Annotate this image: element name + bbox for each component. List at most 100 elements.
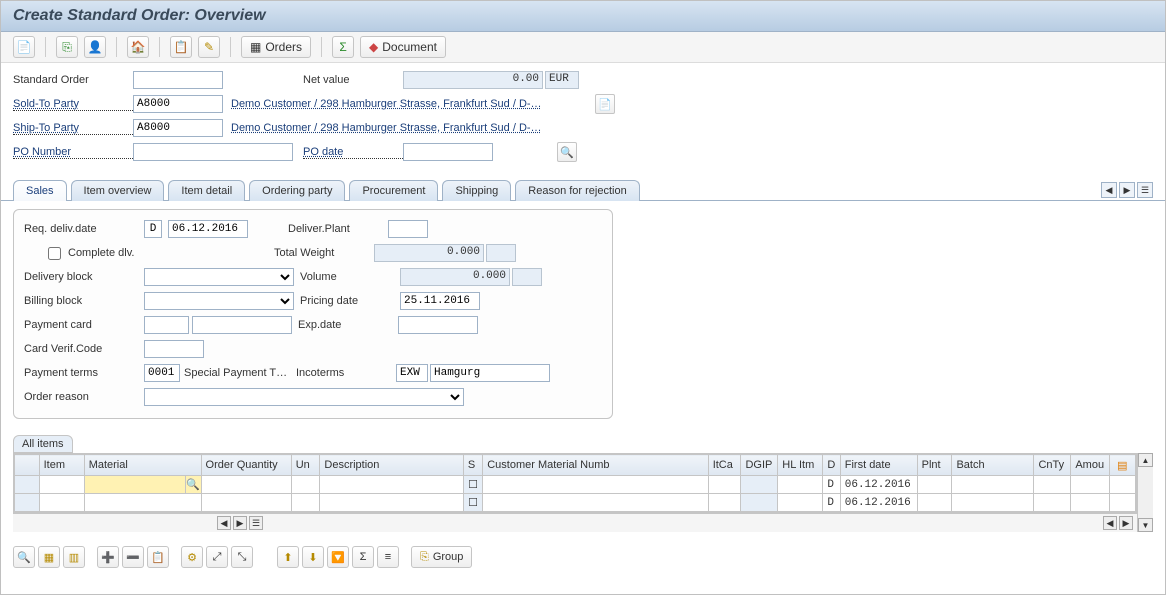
group-button[interactable]: ⎘ Group (411, 546, 472, 568)
col-cnty[interactable]: CnTy (1034, 455, 1071, 476)
hscroll-right[interactable]: ▶ (233, 516, 247, 530)
cell-plnt[interactable] (917, 494, 952, 512)
cell-batch[interactable] (952, 494, 1034, 512)
copy-row-button[interactable]: 📋 (147, 546, 169, 568)
po-date-input[interactable] (403, 143, 493, 161)
exp-date-input[interactable] (398, 316, 478, 334)
incoterms-text-input[interactable] (430, 364, 550, 382)
tab-procurement[interactable]: Procurement (349, 180, 438, 201)
cell-qty[interactable] (201, 476, 291, 494)
sold-to-party-input[interactable] (133, 95, 223, 113)
col-first-date[interactable]: First date (840, 455, 917, 476)
cell-item[interactable] (39, 494, 84, 512)
cell-d[interactable]: D (823, 494, 840, 512)
material-f4-icon[interactable]: 🔍 (185, 476, 201, 493)
cell-batch[interactable] (952, 476, 1034, 494)
hscroll-left-2[interactable]: ◀ (1103, 516, 1117, 530)
header-details-icon[interactable]: 🔍 (557, 142, 577, 162)
cell-custmat[interactable] (483, 476, 708, 494)
cell-amou[interactable] (1071, 476, 1110, 494)
pricing-date-input[interactable] (400, 292, 480, 310)
cell-material[interactable] (84, 494, 201, 512)
table-row[interactable]: 🔍 ☐ D 06.12.2016 (15, 476, 1136, 494)
col-d[interactable]: D (823, 455, 840, 476)
card-verif-input[interactable] (144, 340, 204, 358)
col-item[interactable]: Item (39, 455, 84, 476)
vscroll-up[interactable]: ▲ (1138, 453, 1153, 467)
display-document-flow-button[interactable]: ⎘ (56, 36, 78, 58)
po-number-input[interactable] (133, 143, 293, 161)
hscroll-left[interactable]: ◀ (217, 516, 231, 530)
po-number-label[interactable]: PO Number (13, 146, 133, 159)
deliver-plant-input[interactable] (388, 220, 428, 238)
col-amount[interactable]: Amou (1071, 455, 1110, 476)
tab-list-button[interactable]: ☰ (1137, 182, 1153, 198)
subtotal-button[interactable]: ≡ (377, 546, 399, 568)
partner-button[interactable]: 👤 (84, 36, 106, 58)
col-un[interactable]: Un (291, 455, 320, 476)
cell-cnty[interactable] (1034, 476, 1071, 494)
col-material[interactable]: Material (84, 455, 201, 476)
col-dgip[interactable]: DGIP (741, 455, 778, 476)
availability-button[interactable]: ✎ (198, 36, 220, 58)
ship-to-party-text[interactable]: Demo Customer / 298 Hamburger Strasse, F… (231, 122, 591, 134)
ship-to-party-input[interactable] (133, 119, 223, 137)
display-header-button[interactable]: 📄 (13, 36, 35, 58)
hscroll-right-2[interactable]: ▶ (1119, 516, 1133, 530)
cell-qty[interactable] (201, 494, 291, 512)
cell-plnt[interactable] (917, 476, 952, 494)
cell-cnty[interactable] (1034, 494, 1071, 512)
sold-to-party-label[interactable]: Sold-To Party (13, 98, 133, 111)
payment-terms-code-input[interactable] (144, 364, 180, 382)
hscroll-end[interactable]: ☰ (249, 516, 263, 530)
orders-button[interactable]: ▦ Orders (241, 36, 311, 58)
cell-material[interactable]: 🔍 (84, 476, 201, 494)
req-deliv-date-input[interactable] (168, 220, 248, 238)
grid-select-header[interactable] (15, 455, 40, 476)
document-button[interactable]: ◆ Document (360, 36, 446, 58)
vscroll-down[interactable]: ▼ (1138, 518, 1153, 532)
cell-d[interactable]: D (823, 476, 840, 494)
col-customer-material[interactable]: Customer Material Numb (483, 455, 708, 476)
cell-itca[interactable] (708, 476, 741, 494)
cell-first-date[interactable]: 06.12.2016 (840, 494, 917, 512)
incoterms-code-input[interactable] (396, 364, 428, 382)
collapse-button[interactable]: ⤡ (231, 546, 253, 568)
sold-to-party-search-icon[interactable]: 📄 (595, 94, 615, 114)
tab-sales[interactable]: Sales (13, 180, 67, 201)
tab-item-overview[interactable]: Item overview (71, 180, 165, 201)
payment-card-type-input[interactable] (144, 316, 189, 334)
tab-ordering-party[interactable]: Ordering party (249, 180, 345, 201)
cell-item[interactable] (39, 476, 84, 494)
fast-change-button[interactable]: ⚙ (181, 546, 203, 568)
cell-itca[interactable] (708, 494, 741, 512)
cell-hlitm[interactable] (778, 476, 823, 494)
col-itca[interactable]: ItCa (708, 455, 741, 476)
select-all-button[interactable]: ▦ (38, 546, 60, 568)
tab-item-detail[interactable]: Item detail (168, 180, 245, 201)
col-plnt[interactable]: Plnt (917, 455, 952, 476)
total-button[interactable]: Σ (352, 546, 374, 568)
item-proposal-button[interactable]: 🏠 (127, 36, 149, 58)
col-order-quantity[interactable]: Order Quantity (201, 455, 291, 476)
insert-row-button[interactable]: ➕ (97, 546, 119, 568)
delivery-block-select[interactable] (144, 268, 294, 286)
cell-dgip[interactable] (741, 494, 778, 512)
sort-asc-button[interactable]: ⬆ (277, 546, 299, 568)
delete-row-button[interactable]: ➖ (122, 546, 144, 568)
payment-card-number-input[interactable] (192, 316, 292, 334)
complete-dlv-checkbox[interactable] (48, 247, 61, 260)
col-s[interactable]: S (463, 455, 482, 476)
col-batch[interactable]: Batch (952, 455, 1034, 476)
tab-reason-for-rejection[interactable]: Reason for rejection (515, 180, 639, 201)
req-deliv-type-input[interactable] (144, 220, 162, 238)
filter-button[interactable]: 🔽 (327, 546, 349, 568)
standard-order-input[interactable] (133, 71, 223, 89)
cell-desc[interactable] (320, 476, 463, 494)
cell-s[interactable]: ☐ (463, 494, 482, 512)
cell-s[interactable]: ☐ (463, 476, 482, 494)
tab-scroll-left[interactable]: ◀ (1101, 182, 1117, 198)
cell-un[interactable] (291, 494, 320, 512)
tab-shipping[interactable]: Shipping (442, 180, 511, 201)
table-row[interactable]: ☐ D 06.12.2016 (15, 494, 1136, 512)
